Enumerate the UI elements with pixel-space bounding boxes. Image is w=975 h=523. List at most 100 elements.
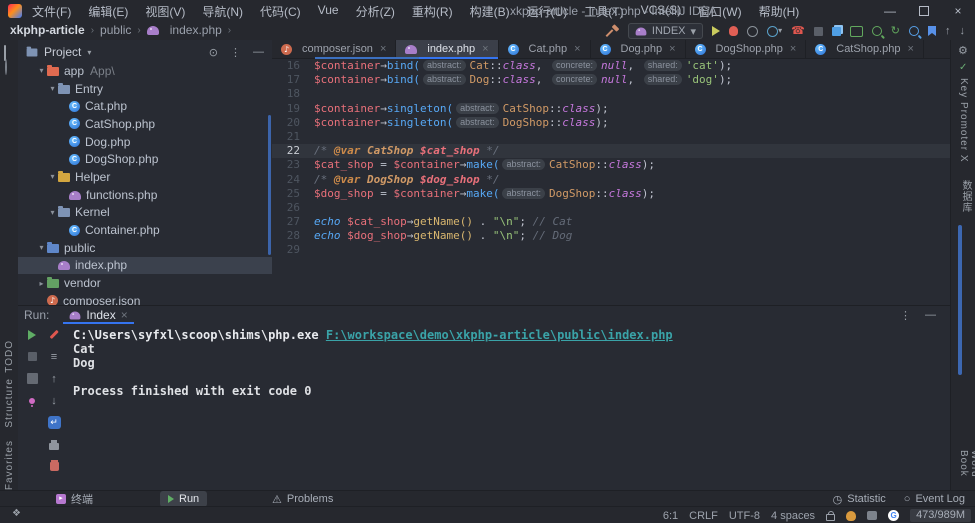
menu-item[interactable]: Vue bbox=[318, 3, 339, 20]
locate-file-icon[interactable]: ⊙ bbox=[209, 46, 218, 59]
close-button[interactable]: × bbox=[941, 0, 975, 22]
menu-item[interactable]: 帮助(H) bbox=[759, 3, 800, 20]
hide-panel-icon[interactable]: — bbox=[925, 309, 936, 322]
event-log-tool-button[interactable]: ○ Event Log bbox=[904, 491, 965, 507]
tab-catshop-php[interactable]: CCatShop.php× bbox=[806, 40, 924, 58]
down-stack-trace-icon[interactable]: ↓ bbox=[51, 394, 57, 407]
close-icon[interactable]: × bbox=[121, 308, 128, 322]
lock-icon[interactable] bbox=[826, 514, 835, 521]
word-book-tool-button[interactable]: Word Book bbox=[958, 450, 975, 490]
coverage-icon[interactable] bbox=[747, 26, 758, 37]
run-tool-button[interactable]: Run bbox=[160, 491, 207, 507]
tab-close-icon[interactable]: × bbox=[669, 43, 675, 55]
editor-scrollbar[interactable] bbox=[958, 225, 962, 375]
menu-item[interactable]: 分析(Z) bbox=[356, 3, 395, 20]
tree-item-helper[interactable]: ▾Helper bbox=[18, 168, 272, 186]
tree-chevron-icon[interactable]: ▾ bbox=[47, 208, 58, 217]
tab-dogshop-php[interactable]: CDogShop.php× bbox=[686, 40, 807, 58]
minimize-button[interactable]: — bbox=[873, 0, 907, 22]
profiler-icon[interactable] bbox=[767, 26, 778, 37]
search-icon[interactable] bbox=[872, 26, 882, 36]
tree-item-catshop-php[interactable]: CCatShop.php bbox=[18, 115, 272, 133]
menu-item[interactable]: 构建(B) bbox=[470, 3, 510, 20]
tree-chevron-icon[interactable]: ▾ bbox=[36, 243, 47, 252]
inspections-check-icon[interactable]: ✓ bbox=[959, 62, 967, 73]
tree-chevron-icon[interactable]: ▾ bbox=[47, 84, 58, 93]
rerun-icon[interactable] bbox=[28, 330, 36, 340]
build-hammer-icon[interactable] bbox=[606, 25, 619, 38]
todo-tool-button[interactable]: TODO bbox=[4, 340, 15, 373]
tree-item-entry[interactable]: ▾Entry bbox=[18, 80, 272, 98]
docker-icon[interactable] bbox=[867, 511, 877, 520]
favorites-tool-button[interactable]: Favorites bbox=[4, 440, 15, 490]
tab-close-icon[interactable]: × bbox=[380, 43, 386, 55]
breadcrumb-item[interactable]: index.php bbox=[170, 23, 222, 37]
clear-console-icon[interactable] bbox=[50, 462, 59, 471]
project-panel-header[interactable]: Project ▾ ⊙ ⋮ — bbox=[18, 40, 272, 64]
tab-close-icon[interactable]: × bbox=[574, 43, 580, 55]
edit-configuration-icon[interactable] bbox=[50, 330, 59, 339]
tree-item-app[interactable]: ▾appApp\ bbox=[18, 62, 272, 80]
tab-cat-php[interactable]: CCat.php× bbox=[499, 40, 591, 58]
caret-position[interactable]: 6:1 bbox=[663, 510, 678, 522]
stop-icon[interactable] bbox=[28, 352, 37, 361]
run-button[interactable] bbox=[712, 26, 720, 36]
tree-item-functions-php[interactable]: functions.php bbox=[18, 186, 272, 204]
bookmark-icon[interactable] bbox=[928, 26, 936, 36]
run-configuration-combo[interactable]: INDEX ▾ bbox=[628, 23, 703, 39]
tab-close-icon[interactable]: × bbox=[482, 43, 488, 55]
search-everywhere-icon[interactable] bbox=[909, 26, 919, 36]
stack-icon[interactable]: ❖ bbox=[12, 508, 21, 519]
find-window-icon[interactable] bbox=[850, 26, 863, 37]
indent-size[interactable]: 4 spaces bbox=[771, 510, 815, 522]
scroll-to-end-icon[interactable]: ≡ bbox=[51, 350, 57, 363]
terminal-tool-button[interactable]: ▸ 终端 bbox=[56, 491, 93, 507]
menu-item[interactable]: 编辑(E) bbox=[88, 3, 128, 20]
tree-item-vendor[interactable]: ▸vendor bbox=[18, 274, 272, 292]
maximize-button[interactable] bbox=[907, 0, 941, 22]
sync-icon[interactable]: ↻ bbox=[891, 26, 900, 37]
navigate-up-icon[interactable]: ↑ bbox=[945, 26, 951, 37]
menu-item[interactable]: 重构(R) bbox=[412, 3, 453, 20]
tree-chevron-icon[interactable]: ▸ bbox=[36, 279, 47, 288]
run-console-output[interactable]: C:\Users\syfxl\scoop\shims\php.exe F:\wo… bbox=[73, 328, 673, 398]
up-stack-trace-icon[interactable]: ↑ bbox=[51, 372, 57, 385]
key-promoter-tool-button[interactable]: Key Promoter X bbox=[958, 78, 969, 163]
tree-chevron-icon[interactable]: ▾ bbox=[36, 66, 47, 75]
menu-item[interactable]: 代码(C) bbox=[260, 3, 301, 20]
more-options-icon[interactable]: ⋮ bbox=[900, 309, 911, 322]
menu-item[interactable]: 文件(F) bbox=[32, 3, 71, 20]
open-in-browser-icon[interactable] bbox=[832, 27, 841, 36]
menu-item[interactable]: 视图(V) bbox=[145, 3, 185, 20]
key-promoter-gear-icon[interactable]: ⚙ bbox=[958, 44, 968, 57]
stop-icon[interactable] bbox=[814, 27, 823, 36]
tree-item-container-php[interactable]: CContainer.php bbox=[18, 221, 272, 239]
tab-dog-php[interactable]: CDog.php× bbox=[591, 40, 686, 58]
php-interpreter-icon[interactable] bbox=[846, 511, 856, 521]
project-scrollbar[interactable] bbox=[268, 115, 271, 255]
chrome-icon[interactable]: G bbox=[888, 510, 899, 521]
tree-item-dogshop-php[interactable]: CDogShop.php bbox=[18, 150, 272, 168]
tree-item-public[interactable]: ▾public bbox=[18, 239, 272, 257]
tree-chevron-icon[interactable]: ▾ bbox=[47, 172, 58, 181]
problems-tool-button[interactable]: ⚠ Problems bbox=[272, 491, 333, 507]
tree-item-kernel[interactable]: ▾Kernel bbox=[18, 204, 272, 222]
restore-layout-icon[interactable] bbox=[27, 373, 38, 384]
attach-debugger-phone-icon[interactable]: ☎ bbox=[791, 26, 805, 37]
tab-close-icon[interactable]: × bbox=[907, 43, 913, 55]
tree-item-dog-php[interactable]: CDog.php bbox=[18, 133, 272, 151]
pin-tab-icon[interactable] bbox=[29, 398, 35, 404]
tab-index-php[interactable]: index.php× bbox=[396, 40, 498, 58]
soft-wrap-icon[interactable]: ↵ bbox=[48, 416, 61, 429]
tree-item-cat-php[interactable]: CCat.php bbox=[18, 97, 272, 115]
file-encoding[interactable]: UTF-8 bbox=[729, 510, 760, 522]
structure-tool-button[interactable]: Structure bbox=[4, 378, 15, 428]
memory-indicator[interactable]: 473/989M bbox=[910, 509, 971, 522]
hide-panel-icon[interactable]: — bbox=[253, 46, 264, 59]
breadcrumb-item[interactable]: xkphp-article bbox=[10, 23, 85, 37]
breadcrumb-item[interactable]: public bbox=[100, 23, 131, 37]
console-file-link[interactable]: F:\workspace\demo\xkphp-article\public\i… bbox=[326, 328, 673, 342]
vcs-tool-icon[interactable] bbox=[5, 59, 7, 75]
print-icon[interactable] bbox=[49, 443, 59, 450]
line-endings[interactable]: CRLF bbox=[689, 510, 718, 522]
